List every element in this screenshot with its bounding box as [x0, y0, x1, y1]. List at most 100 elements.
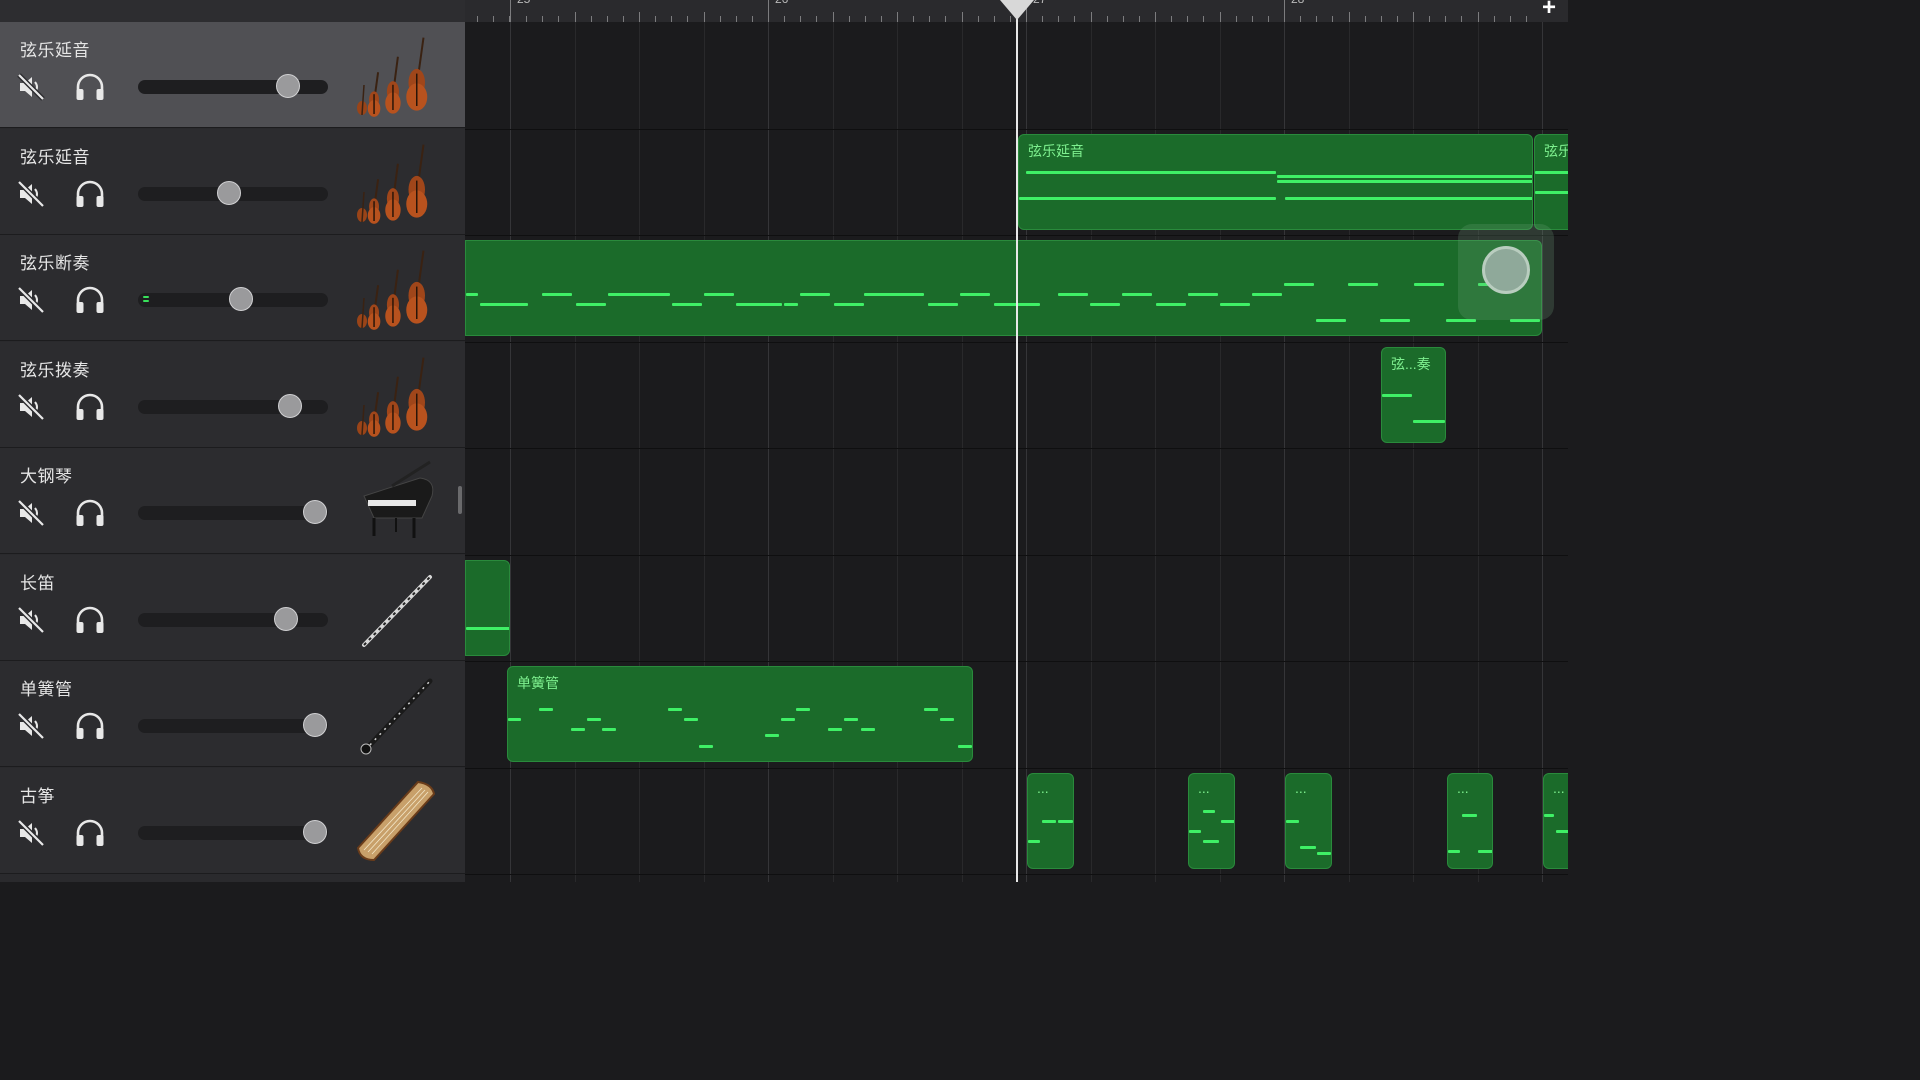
- mute-button[interactable]: [16, 72, 46, 102]
- region-label: ...: [1295, 780, 1307, 796]
- mute-button[interactable]: [16, 605, 46, 635]
- volume-slider[interactable]: [138, 607, 328, 631]
- speaker-mute-icon: [16, 712, 46, 745]
- track-name: 弦乐断奏: [20, 254, 90, 273]
- solo-button[interactable]: [74, 605, 106, 635]
- grand-piano-icon[interactable]: [352, 456, 440, 546]
- volume-slider-knob[interactable]: [217, 181, 241, 205]
- midi-note: [940, 718, 954, 721]
- strings-icon[interactable]: [352, 30, 440, 120]
- mute-button[interactable]: [16, 285, 46, 315]
- midi-note: [958, 745, 972, 748]
- solo-button[interactable]: [74, 72, 106, 102]
- region-strings-sustain[interactable]: 弦乐延音: [1018, 134, 1533, 230]
- strings-icon[interactable]: [352, 243, 440, 333]
- midi-note: [796, 708, 810, 711]
- midi-note: [1277, 175, 1532, 178]
- clarinet-icon[interactable]: [352, 669, 440, 759]
- ruler-tick: [704, 12, 705, 22]
- midi-note: [784, 303, 798, 306]
- plus-icon: +: [1541, 0, 1556, 21]
- region-guzheng[interactable]: ...: [1285, 773, 1332, 869]
- volume-slider-knob[interactable]: [303, 713, 327, 737]
- mute-button[interactable]: [16, 711, 46, 741]
- volume-slider[interactable]: [138, 181, 328, 205]
- volume-slider-knob[interactable]: [229, 287, 253, 311]
- volume-slider-knob[interactable]: [274, 607, 298, 631]
- volume-slider[interactable]: [138, 74, 328, 98]
- ruler-tick: [768, 0, 769, 22]
- region-guzheng[interactable]: ...: [1543, 773, 1568, 869]
- midi-note: [1252, 293, 1282, 296]
- track-header[interactable]: 单簧管: [0, 661, 465, 767]
- midi-note: [576, 303, 606, 306]
- midi-note: [924, 708, 938, 711]
- mute-button[interactable]: [16, 498, 46, 528]
- region-strings-sustain[interactable]: 弦乐: [1534, 134, 1568, 230]
- track-header[interactable]: 弦乐延音: [0, 22, 465, 128]
- panel-resize-handle[interactable]: [458, 486, 462, 514]
- volume-slider[interactable]: [138, 287, 328, 311]
- track-header[interactable]: 弦乐延音: [0, 129, 465, 235]
- track-header[interactable]: 弦乐断奏: [0, 235, 465, 341]
- midi-note: [1026, 171, 1276, 174]
- headphones-icon: [74, 393, 106, 426]
- track-header[interactable]: 长笛: [0, 555, 465, 661]
- region-strings-staccato[interactable]: [465, 240, 1542, 336]
- track-header[interactable]: 大钢琴: [0, 448, 465, 554]
- volume-slider-knob[interactable]: [276, 74, 300, 98]
- bar-number: 25: [517, 0, 530, 6]
- midi-note: [1462, 814, 1477, 817]
- solo-button[interactable]: [74, 711, 106, 741]
- mute-button[interactable]: [16, 392, 46, 422]
- midi-note: [1380, 319, 1410, 322]
- strings-icon[interactable]: [352, 350, 440, 440]
- midi-note: [828, 728, 842, 731]
- midi-note: [800, 293, 830, 296]
- solo-button[interactable]: [74, 285, 106, 315]
- strings-icon[interactable]: [352, 137, 440, 227]
- midi-note: [928, 303, 958, 306]
- midi-note: [1317, 852, 1331, 855]
- headphones-icon: [74, 712, 106, 745]
- playhead-icon[interactable]: [1000, 0, 1034, 20]
- track-header[interactable]: 古筝: [0, 768, 465, 874]
- midi-note: [587, 718, 601, 721]
- flute-icon[interactable]: [352, 563, 440, 653]
- solo-button[interactable]: [74, 392, 106, 422]
- midi-note: [834, 303, 864, 306]
- midi-note: [844, 718, 858, 721]
- playhead-line[interactable]: [1016, 10, 1018, 882]
- add-section-button[interactable]: +: [1536, 0, 1562, 20]
- midi-note: [1189, 830, 1201, 833]
- midi-note: [1156, 303, 1186, 306]
- guzheng-icon[interactable]: [352, 776, 440, 866]
- solo-button[interactable]: [74, 498, 106, 528]
- volume-slider-knob[interactable]: [303, 820, 327, 844]
- region-guzheng[interactable]: ...: [1188, 773, 1235, 869]
- region-flute[interactable]: [465, 560, 510, 656]
- speaker-mute-icon: [16, 819, 46, 852]
- ruler-tick: [897, 12, 898, 22]
- volume-slider[interactable]: [138, 500, 328, 524]
- region-strings-pizzicato[interactable]: 弦...奏: [1381, 347, 1446, 443]
- region-guzheng[interactable]: ...: [1027, 773, 1074, 869]
- midi-note: [1535, 191, 1568, 194]
- track-name: 单簧管: [20, 680, 73, 699]
- volume-slider[interactable]: [138, 394, 328, 418]
- midi-note: [704, 293, 734, 296]
- mute-button[interactable]: [16, 179, 46, 209]
- region-guzheng[interactable]: ...: [1447, 773, 1493, 869]
- ruler-tick: [1155, 12, 1156, 22]
- solo-button[interactable]: [74, 179, 106, 209]
- volume-slider-knob[interactable]: [303, 500, 327, 524]
- region-clarinet[interactable]: 单簧管: [507, 666, 973, 762]
- solo-button[interactable]: [74, 818, 106, 848]
- volume-slider[interactable]: [138, 713, 328, 737]
- volume-slider[interactable]: [138, 820, 328, 844]
- volume-slider-knob[interactable]: [278, 394, 302, 418]
- track-header[interactable]: 弦乐拨奏: [0, 342, 465, 448]
- mute-button[interactable]: [16, 818, 46, 848]
- speaker-mute-icon: [16, 606, 46, 639]
- midi-note: [864, 293, 924, 296]
